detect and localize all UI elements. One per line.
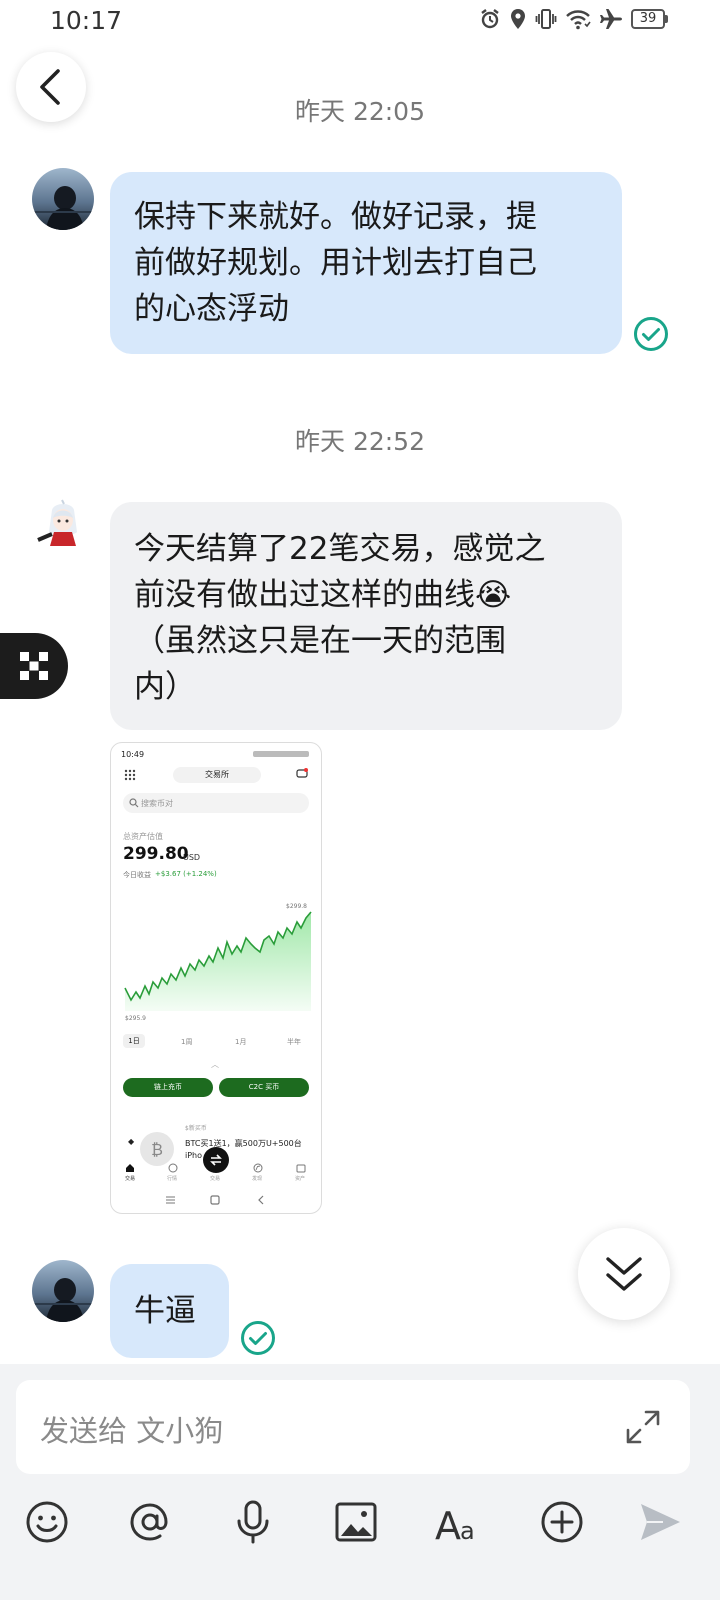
battery-level: 39: [631, 9, 665, 29]
emoji-icon: [26, 1501, 68, 1543]
status-icons: 39: [479, 8, 668, 30]
mention-icon: [130, 1503, 168, 1541]
svg-text:₿: ₿: [151, 1140, 163, 1159]
avatar[interactable]: [32, 1260, 94, 1322]
vibrate-icon: [535, 9, 557, 29]
alarm-icon: [481, 9, 499, 29]
message-bubble[interactable]: 保持下来就好。做好记录，提 前做好规划。用计划去打自己 的心态浮动: [110, 172, 622, 354]
image-range-tab: 半年: [287, 1038, 301, 1046]
message-icon: [296, 768, 308, 778]
avatar[interactable]: [32, 496, 94, 558]
read-check-icon: [241, 1321, 275, 1355]
svg-text:a: a: [460, 1517, 475, 1545]
message-bubble[interactable]: 牛逼: [110, 1264, 229, 1358]
svg-text:A: A: [435, 1504, 461, 1545]
message-text-line: 保持下来就好。做好记录，提: [134, 199, 537, 235]
composer-toolbar: Aa: [0, 1494, 720, 1558]
image-search-placeholder: 搜索币对: [141, 799, 173, 808]
text-format-button[interactable]: Aa: [431, 1494, 487, 1550]
image-pnl-value: +$3.67 (+1.24%): [155, 870, 217, 878]
double-chevron-down-icon: [606, 1257, 642, 1291]
image-nav-label: 行情: [167, 1176, 178, 1182]
image-status-time: 10:49: [121, 750, 145, 759]
mention-button[interactable]: [122, 1494, 178, 1550]
emoji-button[interactable]: [19, 1494, 75, 1550]
image-range-tab: 1月: [235, 1038, 247, 1046]
message-text-line: 内）: [134, 669, 196, 705]
microphone-icon: [237, 1500, 269, 1544]
image-icon: [335, 1502, 377, 1542]
image-promo-text2: iPho: [185, 1151, 203, 1160]
timestamp: 昨天 22:05: [295, 97, 425, 126]
send-icon: [641, 1504, 680, 1540]
message-text-line: 前做好规划。用计划去打自己: [134, 245, 537, 281]
scroll-to-bottom-button[interactable]: [578, 1228, 670, 1320]
message-text-line: （虽然这只是在一天的范围: [134, 623, 506, 659]
image-pnl-label: 今日收益: [123, 871, 151, 879]
swap-icon: [203, 1147, 229, 1173]
image-asset-label: 总资产估值: [123, 832, 163, 841]
image-c2c-button: C2C 买币: [219, 1078, 309, 1097]
search-icon: [129, 798, 139, 808]
image-nav-label: 交易: [125, 1176, 136, 1182]
image-system-nav: [166, 1195, 264, 1205]
image-chart-low: $295.9: [125, 1015, 146, 1022]
status-bar: 10:17 39: [0, 0, 720, 44]
status-time: 10:17: [50, 6, 123, 35]
floating-widget-button[interactable]: [0, 633, 68, 699]
more-button[interactable]: [534, 1494, 590, 1550]
timestamp: 昨天 22:52: [295, 427, 425, 456]
image-asset-value: 299.80: [123, 844, 189, 864]
message-input[interactable]: 发送给 文小狗: [16, 1380, 690, 1474]
pixel-logo-icon: [20, 652, 48, 680]
message-composer: 发送给 文小狗 Aa: [0, 1364, 720, 1600]
text-format-icon: Aa: [435, 1504, 475, 1545]
wifi-icon: [566, 10, 591, 30]
image-nav-label: 发现: [252, 1176, 263, 1182]
image-message[interactable]: 10:49 交易所 搜索币对 总资产估值 299.80 USD 今日收益 +$3…: [110, 742, 322, 1214]
image-nav-label: 交易: [210, 1176, 221, 1182]
plus-icon: [541, 1501, 583, 1543]
airplane-icon: [600, 9, 622, 29]
image-range-tab: 1周: [181, 1038, 193, 1046]
message-input-placeholder: 发送给 文小狗: [40, 1414, 224, 1448]
expand-icon[interactable]: [624, 1408, 662, 1446]
avatar[interactable]: [32, 168, 94, 230]
message-text-line: 前没有做出过这样的曲线😭: [134, 577, 512, 613]
image-status-icons: [253, 751, 309, 757]
image-promo-text: BTC买1送1，赢500万U+500台: [185, 1139, 302, 1148]
bitcoin-icon: ₿: [140, 1132, 174, 1166]
message-bubble[interactable]: 今天结算了22笔交易，感觉之 前没有做出过这样的曲线😭 （虽然这只是在一天的范围…: [110, 502, 622, 730]
nav-home-icon: [126, 1164, 134, 1172]
image-exchange-tab: 交易所: [173, 767, 261, 783]
image-promo-title: $新买币: [185, 1125, 207, 1132]
message-text-line: 牛逼: [134, 1293, 196, 1329]
chevron-up-icon: ︿: [211, 1060, 219, 1069]
image-search-bar: 搜索币对: [123, 793, 309, 813]
grid-icon: [124, 769, 136, 781]
image-equity-chart: [124, 911, 312, 1011]
send-button[interactable]: [632, 1494, 688, 1550]
location-icon: [511, 9, 525, 29]
message-text-line: 今天结算了22笔交易，感觉之: [134, 531, 546, 567]
nav-market-icon: [168, 1163, 178, 1173]
diamond-icon: ◆: [128, 1137, 135, 1146]
voice-button[interactable]: [225, 1494, 281, 1550]
message-text-line: 的心态浮动: [134, 291, 289, 327]
image-asset-unit: USD: [183, 853, 201, 862]
read-check-icon: [634, 317, 668, 351]
nav-assets-icon: [296, 1164, 306, 1173]
image-deposit-button: 链上充币: [123, 1078, 213, 1097]
battery-icon: 39: [631, 9, 668, 29]
image-button[interactable]: [328, 1494, 384, 1550]
image-range-tab: 1日: [123, 1034, 145, 1048]
nav-discover-icon: [253, 1163, 263, 1173]
image-nav-label: 资产: [295, 1176, 306, 1182]
